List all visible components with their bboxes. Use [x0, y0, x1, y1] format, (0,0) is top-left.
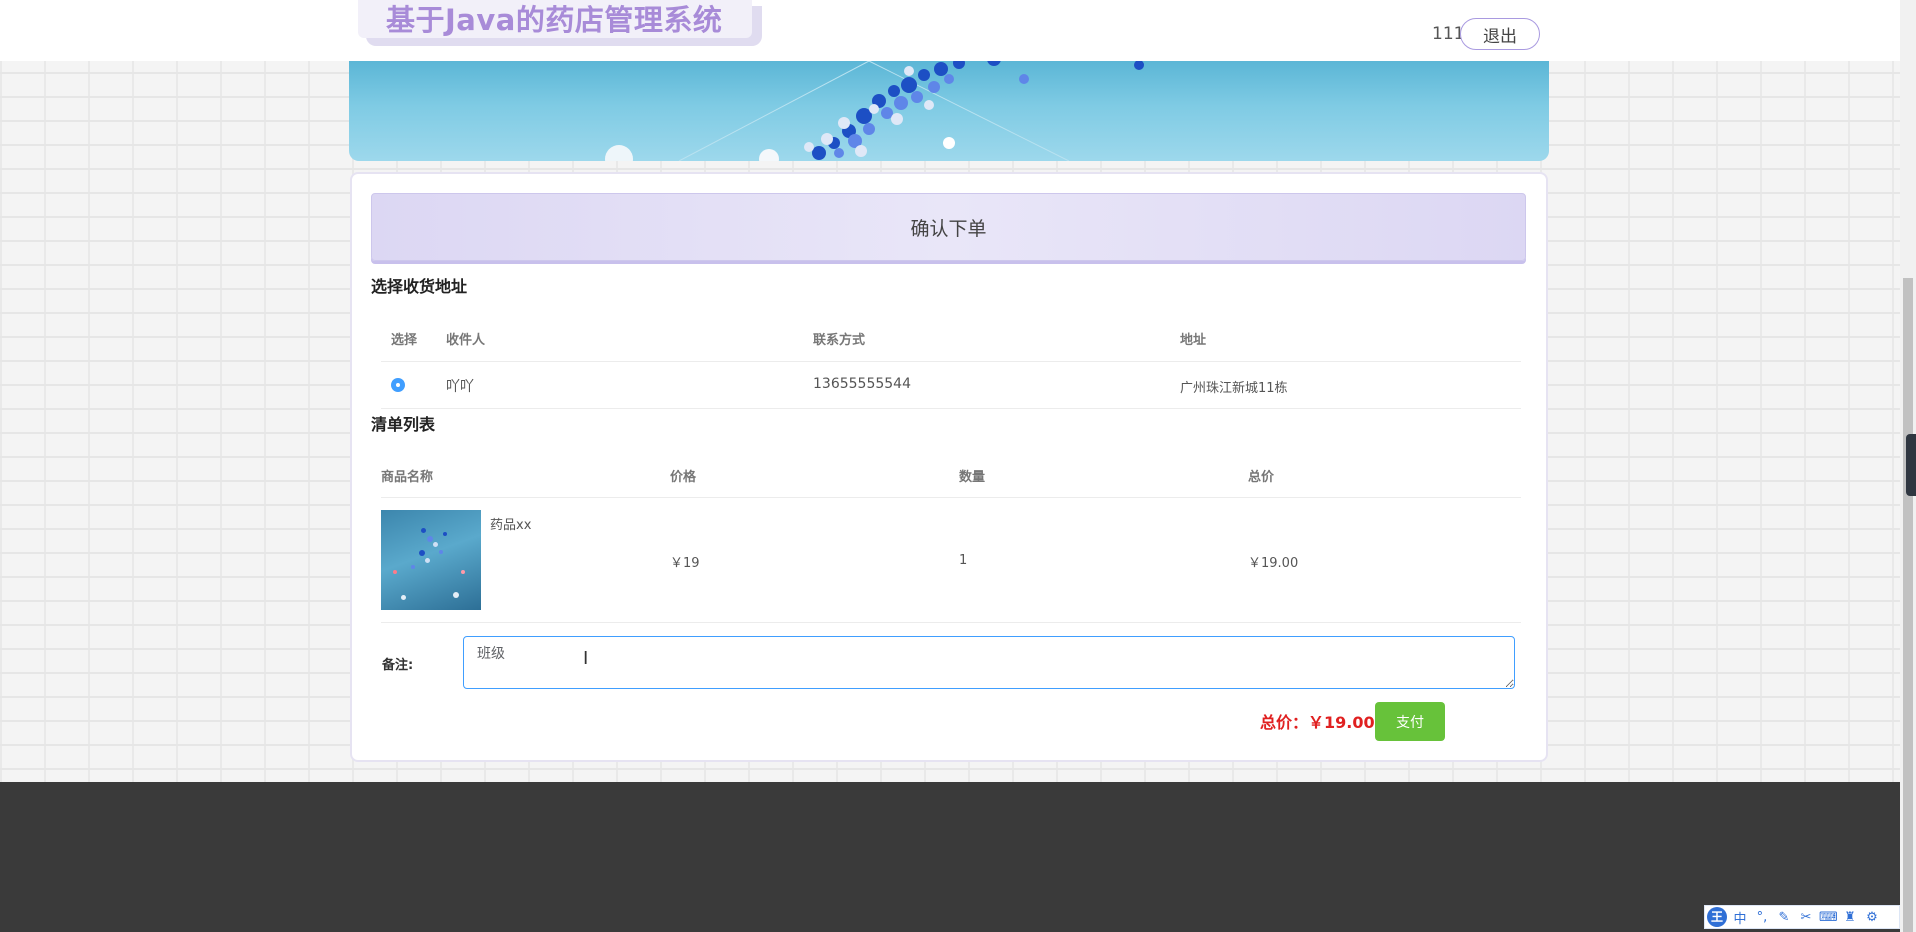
ime-logo-icon[interactable]: 王	[1707, 907, 1727, 927]
header: 基于Java的药店管理系统 111 退出	[0, 0, 1900, 61]
settings-icon[interactable]: ⚙	[1863, 910, 1881, 925]
recipient-name: 吖吖	[446, 379, 474, 395]
scissors-icon[interactable]: ✂	[1797, 910, 1815, 925]
order-section-title: 清单列表	[371, 415, 436, 434]
text-cursor-icon: I	[583, 648, 589, 669]
keyboard-icon[interactable]: ⌨	[1819, 910, 1838, 925]
column-quantity: 数量	[959, 470, 986, 485]
product-quantity: 1	[959, 553, 968, 568]
address-radio[interactable]	[391, 378, 405, 392]
column-product-name: 商品名称	[381, 470, 434, 485]
column-phone: 联系方式	[813, 333, 866, 348]
recipient-phone: 13655555544	[813, 376, 911, 392]
column-select: 选择	[391, 333, 418, 348]
recipient-address: 广州珠江新城11栋	[1180, 381, 1288, 396]
remark-input[interactable]: 班级	[463, 636, 1515, 689]
page-title: 确认下单	[371, 193, 1526, 261]
side-drawer-tab[interactable]	[1906, 434, 1916, 496]
column-recipient: 收件人	[446, 333, 486, 348]
punctuation-icon[interactable]: °,	[1753, 910, 1771, 925]
ime-mode-toggle[interactable]: 中	[1731, 908, 1749, 927]
product-price: ￥19	[670, 556, 700, 571]
column-subtotal: 总价	[1248, 470, 1275, 485]
pay-button[interactable]: 支付	[1375, 702, 1445, 741]
skin-icon[interactable]: ♜	[1841, 910, 1859, 925]
site-title: 基于Java的药店管理系统	[386, 3, 723, 37]
total-price: 总价：￥19.00	[1260, 713, 1375, 732]
footer	[0, 782, 1900, 932]
product-name: 药品xx	[490, 518, 532, 533]
logo: 基于Java的药店管理系统	[358, 0, 762, 46]
molecule-illustration	[605, 61, 1144, 161]
remark-label: 备注:	[382, 658, 414, 673]
pen-icon[interactable]: ✎	[1775, 910, 1793, 925]
column-address: 地址	[1180, 333, 1207, 348]
address-section-title: 选择收货地址	[371, 277, 468, 296]
scrollbar-thumb[interactable]	[1903, 278, 1913, 932]
column-price: 价格	[670, 470, 697, 485]
ime-toolbar[interactable]: 王 中 °, ✎ ✂ ⌨ ♜ ⚙	[1704, 905, 1900, 929]
product-image	[381, 510, 481, 610]
logout-button[interactable]: 退出	[1460, 18, 1540, 50]
banner-carousel	[349, 61, 1549, 161]
product-subtotal: ￥19.00	[1248, 556, 1299, 571]
